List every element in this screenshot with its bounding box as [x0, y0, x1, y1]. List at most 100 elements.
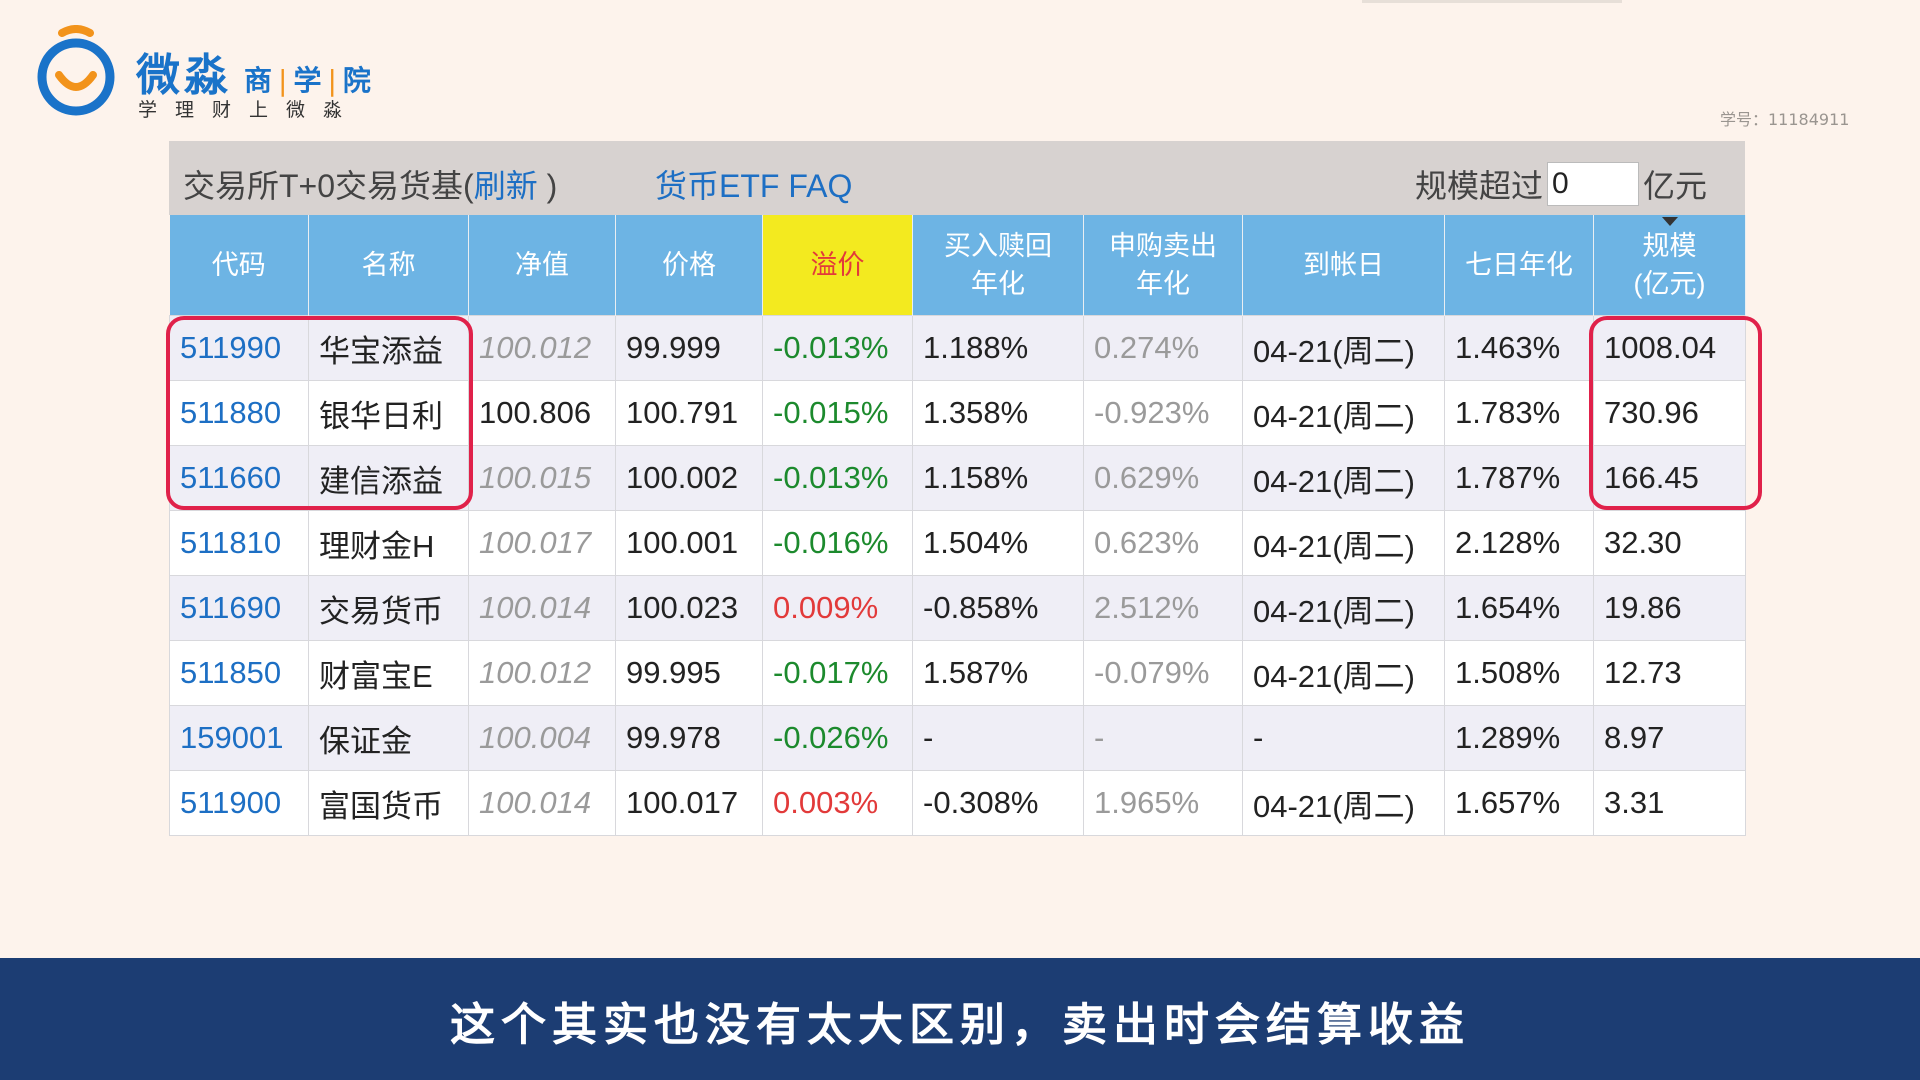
- cell-seven-day: 1.657%: [1444, 770, 1594, 836]
- brand-header: 微淼 商 | 学 | 院 学理财上微淼: [32, 25, 452, 125]
- brand-name: 微淼 商 | 学 | 院: [136, 39, 371, 103]
- cell-arrival: 04-21(周二): [1242, 445, 1445, 511]
- cell-price: 100.017: [615, 770, 763, 836]
- subtitle-text: 这个其实也没有太大区别，卖出时会结算收益: [449, 998, 1470, 1051]
- brand-sub-char: 院: [342, 64, 371, 97]
- scale-filter-label: 规模超过: [1414, 168, 1543, 204]
- cell-sub-sell: 2.512%: [1083, 575, 1243, 641]
- cell-seven-day: 1.783%: [1444, 380, 1594, 446]
- panel-header: 交易所T+0交易货基(刷新 ) 货币ETF FAQ 规模超过 亿元: [169, 141, 1745, 215]
- cell-nav: 100.015: [468, 445, 616, 511]
- cell-nav: 100.004: [468, 705, 616, 771]
- brand-main-text: 微淼: [136, 50, 232, 101]
- panel-title-prefix: 交易所T+0交易货基(: [183, 168, 474, 204]
- cell-sub-sell: 0.629%: [1083, 445, 1243, 511]
- cell-premium: -0.013%: [762, 445, 913, 511]
- table-row: 511810 理财金H 100.017 100.001 -0.016% 1.50…: [169, 510, 1746, 576]
- top-edge-strip: [1362, 0, 1622, 3]
- table-header-row: 代码 名称 净值 价格 溢价 买入赎回年化 申购卖出年化 到帐日 七日年化 规模…: [169, 215, 1746, 316]
- brand-slogan: 学理财上微淼: [138, 99, 361, 121]
- cell-price: 100.001: [615, 510, 763, 576]
- student-id-label: 学号：11184911: [1720, 110, 1850, 129]
- panel-title-suffix: ): [537, 168, 558, 204]
- cell-buy-redeem: 1.587%: [912, 640, 1084, 706]
- cell-code[interactable]: 159001: [169, 705, 309, 771]
- cell-code[interactable]: 511810: [169, 510, 309, 576]
- cell-buy-redeem: 1.188%: [912, 315, 1084, 381]
- cell-buy-redeem: -0.858%: [912, 575, 1084, 641]
- cell-seven-day: 1.508%: [1444, 640, 1594, 706]
- cell-price: 99.999: [615, 315, 763, 381]
- header-line: 买入赎回: [944, 231, 1052, 261]
- cell-sub-sell: 1.965%: [1083, 770, 1243, 836]
- cell-sub-sell: -: [1083, 705, 1243, 771]
- table-row: 511690 交易货币 100.014 100.023 0.009% -0.85…: [169, 575, 1746, 641]
- cell-arrival: 04-21(周二): [1242, 575, 1445, 641]
- cell-premium: -0.016%: [762, 510, 913, 576]
- col-header-buy-redeem[interactable]: 买入赎回 年化: [912, 215, 1084, 316]
- table-row: 511900 富国货币 100.014 100.017 0.003% -0.30…: [169, 770, 1746, 836]
- col-header-arrival[interactable]: 到帐日: [1242, 215, 1445, 316]
- cell-nav: 100.014: [468, 575, 616, 641]
- col-header-code[interactable]: 代码: [169, 215, 309, 316]
- cell-scale: 12.73: [1593, 640, 1746, 706]
- highlight-box-codes-names: [166, 316, 473, 510]
- cell-arrival: 04-21(周二): [1242, 640, 1445, 706]
- cell-arrival: 04-21(周二): [1242, 315, 1445, 381]
- cell-price: 99.978: [615, 705, 763, 771]
- cell-price: 99.995: [615, 640, 763, 706]
- panel-title: 交易所T+0交易货基(刷新 ): [183, 161, 557, 207]
- cell-code[interactable]: 511690: [169, 575, 309, 641]
- brand-sub-text: 商 | 学 | 院: [244, 64, 371, 97]
- cell-nav: 100.806: [468, 380, 616, 446]
- cell-seven-day: 1.654%: [1444, 575, 1594, 641]
- etf-faq-link[interactable]: 货币ETF FAQ: [655, 161, 852, 207]
- cell-scale: 8.97: [1593, 705, 1746, 771]
- col-header-name[interactable]: 名称: [308, 215, 469, 316]
- header-line: (亿元): [1633, 269, 1706, 299]
- col-header-premium[interactable]: 溢价: [762, 215, 913, 316]
- refresh-link[interactable]: 刷新: [474, 168, 538, 204]
- cell-price: 100.023: [615, 575, 763, 641]
- table-row: 159001 保证金 100.004 99.978 -0.026% - - - …: [169, 705, 1746, 771]
- header-line: 申购卖出: [1109, 231, 1217, 261]
- cell-name: 保证金: [308, 705, 469, 771]
- scale-filter-input[interactable]: [1546, 162, 1639, 206]
- cell-nav: 100.012: [468, 640, 616, 706]
- cell-seven-day: 1.463%: [1444, 315, 1594, 381]
- cell-code[interactable]: 511900: [169, 770, 309, 836]
- highlight-box-scale: [1589, 316, 1762, 510]
- cell-sub-sell: -0.923%: [1083, 380, 1243, 446]
- cell-buy-redeem: 1.158%: [912, 445, 1084, 511]
- header-line: 规模: [1642, 231, 1697, 261]
- cell-premium: -0.026%: [762, 705, 913, 771]
- col-header-scale[interactable]: 规模 (亿元): [1593, 215, 1746, 316]
- cell-price: 100.791: [615, 380, 763, 446]
- col-header-sub-sell[interactable]: 申购卖出 年化: [1083, 215, 1243, 316]
- cell-nav: 100.017: [468, 510, 616, 576]
- col-header-seven-day[interactable]: 七日年化: [1444, 215, 1594, 316]
- brand-sub-char: 学: [293, 64, 322, 97]
- cell-nav: 100.014: [468, 770, 616, 836]
- cell-arrival: -: [1242, 705, 1445, 771]
- col-header-price[interactable]: 价格: [615, 215, 763, 316]
- header-line: 年化: [1136, 269, 1190, 299]
- col-header-nav[interactable]: 净值: [468, 215, 616, 316]
- cell-name: 富国货币: [308, 770, 469, 836]
- cell-scale: 3.31: [1593, 770, 1746, 836]
- cell-sub-sell: -0.079%: [1083, 640, 1243, 706]
- cell-arrival: 04-21(周二): [1242, 770, 1445, 836]
- cell-premium: -0.013%: [762, 315, 913, 381]
- weimiao-logo-icon: [37, 25, 115, 116]
- cell-buy-redeem: -: [912, 705, 1084, 771]
- cell-premium: -0.015%: [762, 380, 913, 446]
- cell-name: 财富宝E: [308, 640, 469, 706]
- cell-arrival: 04-21(周二): [1242, 510, 1445, 576]
- cell-name: 理财金H: [308, 510, 469, 576]
- cell-seven-day: 1.787%: [1444, 445, 1594, 511]
- cell-premium: -0.017%: [762, 640, 913, 706]
- header-line: 年化: [971, 269, 1025, 299]
- cell-buy-redeem: 1.358%: [912, 380, 1084, 446]
- cell-code[interactable]: 511850: [169, 640, 309, 706]
- table-row: 511850 财富宝E 100.012 99.995 -0.017% 1.587…: [169, 640, 1746, 706]
